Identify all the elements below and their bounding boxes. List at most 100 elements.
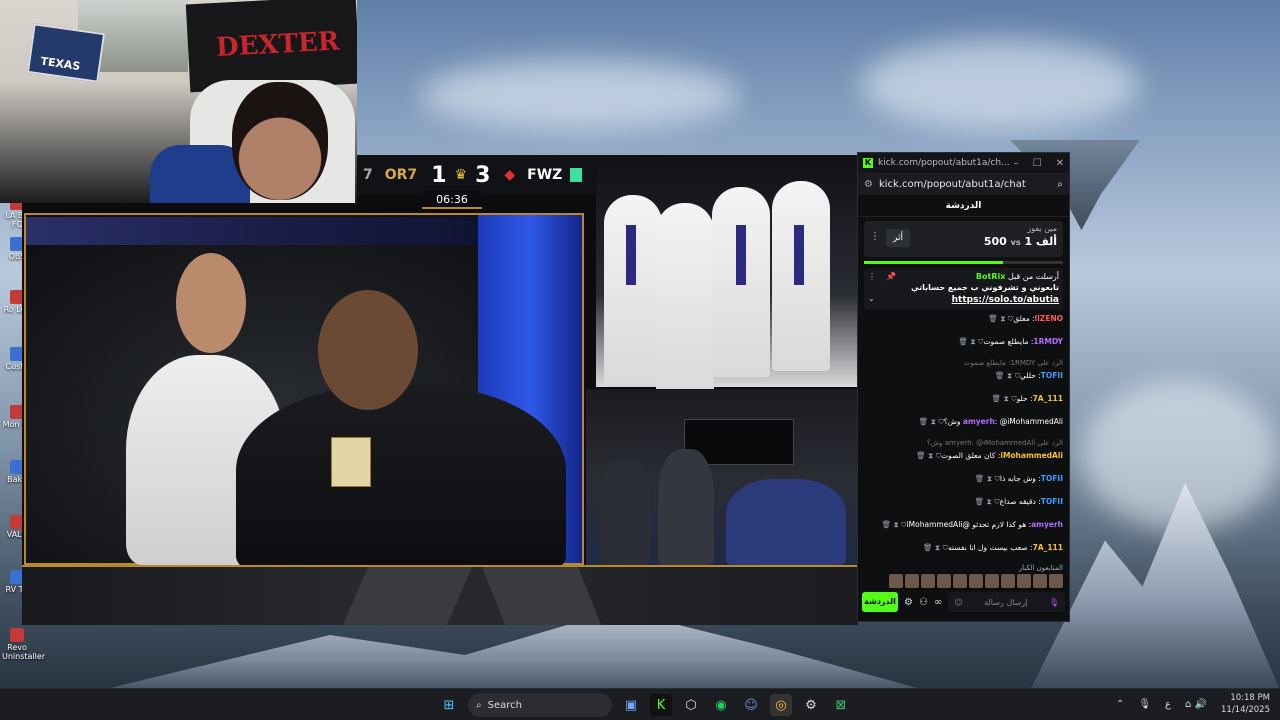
- chat-badges: 🗑 ⧗ ⛉: [995, 369, 1020, 383]
- kick-app-icon[interactable]: K: [650, 694, 672, 716]
- chat-text: حلو: [1016, 393, 1028, 403]
- trash-icon[interactable]: 🗑: [882, 520, 892, 529]
- microphone-icon[interactable]: 🎙: [1049, 598, 1059, 607]
- supporter-avatars[interactable]: [858, 572, 1069, 590]
- timeout-icon[interactable]: ⧗: [970, 337, 975, 346]
- prediction-card[interactable]: ⋮ أثر مين يفوز 500 vs ألف 1: [864, 221, 1063, 257]
- avatar[interactable]: [953, 573, 967, 588]
- avatar[interactable]: [1017, 573, 1031, 588]
- trash-icon[interactable]: 🗑: [919, 417, 929, 426]
- avatar[interactable]: [1001, 573, 1015, 588]
- network-volume-icon[interactable]: ⌂ 🔊: [1185, 699, 1207, 710]
- timeout-icon[interactable]: ⧗: [1000, 314, 1005, 323]
- chevron-down-icon[interactable]: ⌄: [868, 294, 875, 305]
- pin-menu-icon[interactable]: ⋮: [868, 272, 876, 283]
- xbox-icon[interactable]: ⊠: [830, 694, 852, 716]
- reply-text: الرد على amyerh: @iMohammedAli وش؟: [926, 438, 1063, 447]
- chat-username[interactable]: TOFII: [1041, 371, 1063, 380]
- infinity-icon[interactable]: ∞: [934, 597, 942, 608]
- scoreboard-prefix: 7: [363, 167, 373, 183]
- chat-popout-window[interactable]: K kick.com/popout/abut1a/ch... – ☐ ✕ ⚙ k…: [857, 152, 1070, 622]
- pinned-author[interactable]: BotRix: [976, 272, 1005, 281]
- timeout-icon[interactable]: ⧗: [1004, 394, 1009, 403]
- avatar[interactable]: [1049, 573, 1063, 588]
- avatar[interactable]: [985, 573, 999, 588]
- chat-text: معلق: [1013, 313, 1030, 323]
- prediction-menu-icon[interactable]: ⋮: [870, 231, 880, 242]
- input-language[interactable]: ع: [1165, 699, 1171, 710]
- trash-icon[interactable]: 🗑: [958, 337, 968, 346]
- microphone-tray-icon[interactable]: 🎙: [1138, 699, 1151, 710]
- pin-icon: 📌: [886, 272, 896, 281]
- avatar[interactable]: [1033, 573, 1047, 588]
- timeout-icon[interactable]: ⧗: [1007, 371, 1012, 380]
- address-url[interactable]: kick.com/popout/abut1a/chat: [879, 179, 1026, 190]
- steam-icon[interactable]: ⚙: [800, 694, 822, 716]
- minimize-icon[interactable]: –: [1014, 158, 1019, 169]
- player: [726, 479, 846, 565]
- clock[interactable]: 10:18 PM 11/14/2025: [1221, 692, 1270, 716]
- chat-username[interactable]: 1RMDY: [1033, 337, 1063, 346]
- chat-username[interactable]: TOFII: [1041, 497, 1063, 506]
- file-explorer-icon[interactable]: ▣: [620, 694, 642, 716]
- start-button-windows-icon[interactable]: ⊞: [438, 694, 460, 716]
- timeout-icon[interactable]: ⧗: [931, 417, 936, 426]
- timeout-icon[interactable]: ⧗: [987, 497, 992, 506]
- chat-username[interactable]: iMohammedAli: [1000, 451, 1063, 460]
- avatar[interactable]: [921, 573, 935, 588]
- avatar[interactable]: [905, 573, 919, 588]
- chat-username[interactable]: llZENO: [1035, 314, 1063, 323]
- chat-text: كان معلق الصوت: [941, 450, 996, 460]
- player-white-head: [176, 253, 246, 353]
- prediction-button[interactable]: أثر: [886, 229, 910, 247]
- timeout-icon[interactable]: ⧗: [935, 543, 940, 552]
- pinned-link[interactable]: https://solo.to/abutia: [952, 295, 1059, 305]
- stream-video[interactable]: 7 OR7 1 ♛ 3 ◆ FWZ 06:36: [22, 155, 858, 625]
- chat-badges: 🗑 ⧗ ⛉: [882, 518, 907, 532]
- trash-icon[interactable]: 🗑: [975, 497, 985, 506]
- maximize-icon[interactable]: ☐: [1033, 158, 1042, 169]
- chat-username[interactable]: TOFII: [1041, 474, 1063, 483]
- chat-username[interactable]: amyerh: [963, 417, 995, 426]
- epic-games-icon[interactable]: ⬡: [680, 694, 702, 716]
- chat-username[interactable]: amyerh: [1031, 520, 1063, 529]
- chat-username[interactable]: 7A_111: [1033, 543, 1063, 552]
- timeout-icon[interactable]: ⧗: [987, 474, 992, 483]
- search-placeholder: Search: [487, 699, 522, 711]
- top-supporters-label: المتابعون الكبار: [1018, 563, 1063, 572]
- trash-icon[interactable]: 🗑: [916, 451, 926, 460]
- pinned-message[interactable]: ⋮ 📌 BotRix أرسلت من قبل تابعوني و تشرفون…: [864, 268, 1063, 310]
- send-button[interactable]: الدردشة: [862, 592, 898, 612]
- avatar[interactable]: [969, 573, 983, 588]
- trash-icon[interactable]: 🗑: [995, 371, 1005, 380]
- chat-badges: 🗑 ⧗ ⛉: [992, 392, 1017, 406]
- taskbar-search[interactable]: ⌕ Search: [468, 693, 612, 717]
- settings-gear-icon[interactable]: ⚙: [904, 597, 913, 608]
- chrome-icon[interactable]: ◎: [770, 694, 792, 716]
- scarf: [794, 225, 804, 285]
- avatar[interactable]: [937, 573, 951, 588]
- trash-icon[interactable]: 🗑: [988, 314, 998, 323]
- address-bar[interactable]: ⚙ kick.com/popout/abut1a/chat ⌕: [858, 173, 1069, 195]
- timeout-icon[interactable]: ⧗: [894, 520, 899, 529]
- clock-date: 11/14/2025: [1221, 705, 1270, 715]
- scoreboard: 7 OR7 1 ♛ 3 ◆ FWZ: [357, 155, 597, 195]
- trash-icon[interactable]: 🗑: [992, 394, 1002, 403]
- trash-icon[interactable]: 🗑: [923, 543, 933, 552]
- spotify-icon[interactable]: ◉: [710, 694, 732, 716]
- site-settings-icon[interactable]: ⚙: [864, 179, 873, 190]
- zoom-icon[interactable]: ⌕: [1057, 179, 1063, 190]
- close-icon[interactable]: ✕: [1056, 158, 1064, 169]
- timeout-icon[interactable]: ⧗: [928, 451, 933, 460]
- trash-icon[interactable]: 🗑: [975, 474, 985, 483]
- avatar[interactable]: [889, 573, 903, 588]
- windows-taskbar: ⊞ ⌕ Search ▣ K ⬡ ◉ ☺ ◎ ⚙ ⊠ ⌃ 🎙 ع ⌂ 🔊 10:…: [0, 688, 1280, 720]
- emoji-icon[interactable]: ☺: [954, 598, 962, 607]
- chevron-up-icon[interactable]: ⌃: [1116, 699, 1124, 710]
- chat-username[interactable]: 7A_111: [1033, 394, 1063, 403]
- share-icon[interactable]: ⚇: [919, 597, 928, 608]
- window-titlebar[interactable]: K kick.com/popout/abut1a/ch... – ☐ ✕: [858, 153, 1069, 173]
- chat-message-input[interactable]: ☺ إرسال رسالة 🎙: [948, 592, 1065, 612]
- discord-icon[interactable]: ☺: [740, 694, 762, 716]
- desktop-icon[interactable]: Revo Uninstaller: [2, 628, 45, 662]
